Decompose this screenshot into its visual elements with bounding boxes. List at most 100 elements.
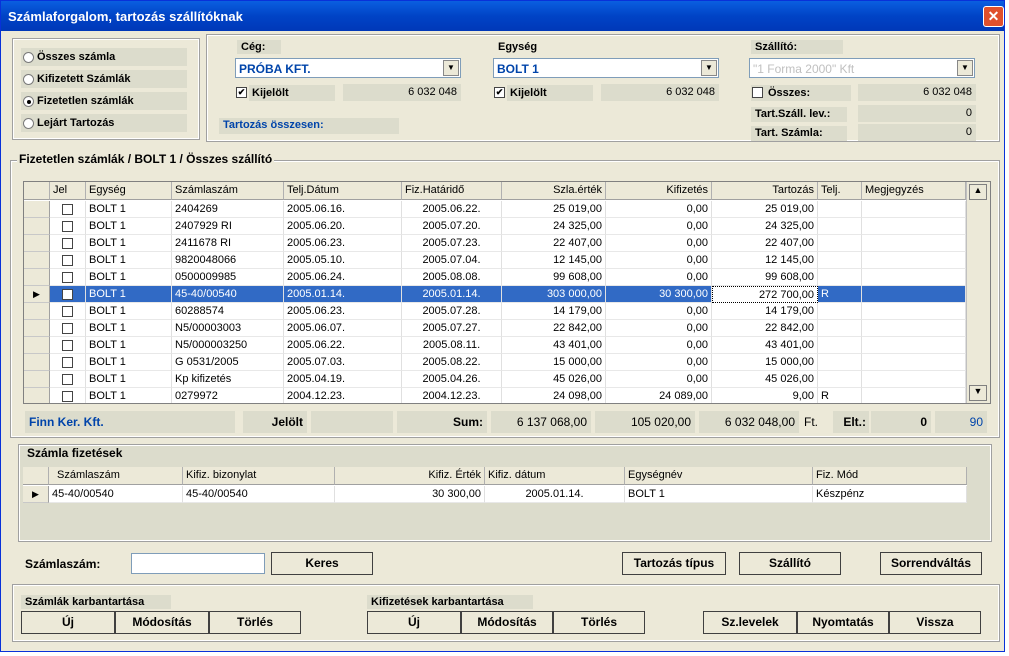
table-row[interactable]: BOLT 1 60288574 2005.06.23. 2005.07.28. 14 1… <box>24 303 966 320</box>
column-header[interactable]: Számlaszám <box>172 182 284 200</box>
checkbox-icon[interactable] <box>62 255 73 266</box>
vissza-button[interactable]: Vissza <box>889 611 981 634</box>
table-row[interactable]: BOLT 1 0279972 2004.12.23. 2004.12.23. 24 09… <box>24 388 966 403</box>
table-row[interactable]: BOLT 1 2404269 2005.06.16. 2005.06.22. 25 01… <box>24 201 966 218</box>
kifiz-modositas-button[interactable]: Módosítás <box>461 611 553 634</box>
kifiz-uj-button[interactable]: Új <box>367 611 461 634</box>
column-header[interactable]: Egységnév <box>625 467 813 485</box>
checkbox-icon[interactable] <box>62 357 73 368</box>
jel-cell[interactable] <box>50 320 86 337</box>
column-header[interactable]: Kifiz. Érték <box>335 467 485 485</box>
jel-cell[interactable] <box>50 235 86 252</box>
column-header[interactable]: Szla.érték <box>502 182 606 200</box>
scroll-down-icon[interactable]: ▼ <box>969 385 987 401</box>
sorrendvaltas-button[interactable]: Sorrendváltás <box>880 552 982 575</box>
table-row[interactable]: ▶ BOLT 1 45-40/00540 2005.01.14. 2005.01.14.… <box>24 286 966 303</box>
szamla-torles-button[interactable]: Törlés <box>209 611 301 634</box>
column-header[interactable]: Fiz. Mód <box>813 467 967 485</box>
search-button[interactable]: Keres <box>271 552 373 575</box>
filter-radio-2[interactable]: Fizetetlen számlák <box>21 92 187 110</box>
row-header[interactable] <box>24 269 50 286</box>
row-header[interactable] <box>24 235 50 252</box>
jel-cell[interactable] <box>50 218 86 235</box>
filter-radio-3[interactable]: Lejárt Tartozás <box>21 114 187 132</box>
payments-grid[interactable]: Számlaszám Kifiz. bizonylat Kifiz. Érték Ki… <box>23 467 967 503</box>
jel-cell[interactable] <box>50 201 86 218</box>
column-header[interactable]: Tartozás <box>712 182 818 200</box>
column-header[interactable]: Számlaszám <box>49 467 183 485</box>
table-row[interactable]: BOLT 1 2411678 RI 2005.06.23. 2005.07.23. 22… <box>24 235 966 252</box>
row-header[interactable] <box>24 252 50 269</box>
scroll-up-icon[interactable]: ▲ <box>969 184 987 200</box>
column-header[interactable]: Egység <box>86 182 172 200</box>
ceg-select[interactable]: PRÓBA KFT. ▼ <box>235 58 461 78</box>
dropdown-arrow-icon[interactable]: ▼ <box>701 60 717 76</box>
checkbox-icon[interactable] <box>62 323 73 334</box>
table-row[interactable]: BOLT 1 2407929 RI 2005.06.20. 2005.07.20. 24… <box>24 218 966 235</box>
egyseg-select[interactable]: BOLT 1 ▼ <box>493 58 719 78</box>
jel-cell[interactable] <box>50 269 86 286</box>
jel-cell[interactable] <box>50 388 86 403</box>
dropdown-arrow-icon[interactable]: ▼ <box>957 60 973 76</box>
column-header[interactable]: Kifizetés <box>606 182 712 200</box>
column-header[interactable]: Telj.Dátum <box>284 182 402 200</box>
row-header[interactable] <box>24 388 50 403</box>
jel-cell[interactable] <box>50 354 86 371</box>
szallito-button[interactable]: Szállító <box>739 552 841 575</box>
table-row[interactable]: ▶ 45-40/00540 45-40/00540 30 300,00 2005.01.… <box>23 486 967 503</box>
invoice-grid[interactable]: Jel Egység Számlaszám Telj.Dátum Fiz.Határid… <box>23 181 991 404</box>
column-header[interactable]: Telj. <box>818 182 862 200</box>
sz-levelek-button[interactable]: Sz.levelek <box>703 611 797 634</box>
table-row[interactable]: BOLT 1G 0531/2005 2005.07.03. 2005.08.22. 1… <box>24 354 966 371</box>
jel-cell[interactable] <box>50 371 86 388</box>
checkbox-icon[interactable] <box>62 306 73 317</box>
row-header[interactable] <box>24 201 50 218</box>
jel-cell[interactable] <box>50 286 86 303</box>
row-header[interactable] <box>24 303 50 320</box>
tartozas-tipus-button[interactable]: Tartozás típus <box>622 552 726 575</box>
szallito-select[interactable]: "1 Forma 2000" Kft ▼ <box>749 58 975 78</box>
column-header[interactable]: Kifiz. bizonylat <box>183 467 335 485</box>
dropdown-arrow-icon[interactable]: ▼ <box>443 60 459 76</box>
row-header[interactable]: ▶ <box>24 286 50 303</box>
checkbox-icon[interactable] <box>62 238 73 249</box>
ceg-kijelolt-checkbox-front[interactable]: ✔ Kijelölt <box>236 86 289 100</box>
checkbox-icon[interactable] <box>62 272 73 283</box>
jel-cell[interactable] <box>50 252 86 269</box>
row-header[interactable] <box>24 337 50 354</box>
szamla-uj-button[interactable]: Új <box>21 611 115 634</box>
table-row[interactable]: BOLT 1 0500009985 2005.06.24. 2005.08.08. 99… <box>24 269 966 286</box>
checkbox-icon[interactable] <box>62 289 73 300</box>
checkbox-icon[interactable] <box>62 391 73 402</box>
row-header[interactable] <box>24 218 50 235</box>
kifiz-torles-button[interactable]: Törlés <box>553 611 645 634</box>
checkbox-icon[interactable] <box>62 204 73 215</box>
checkbox-icon[interactable] <box>62 221 73 232</box>
search-input[interactable] <box>131 553 265 574</box>
row-header[interactable] <box>24 354 50 371</box>
checkbox-icon[interactable] <box>62 374 73 385</box>
column-header[interactable]: Megjegyzés <box>862 182 966 200</box>
jel-cell[interactable] <box>50 303 86 320</box>
nyomtatas-button[interactable]: Nyomtatás <box>797 611 889 634</box>
row-header[interactable] <box>24 371 50 388</box>
szamlak-karb-title: Számlák karbantartása <box>21 595 171 609</box>
table-row[interactable]: BOLT 1 Kp kifizetés 2005.04.19. 2005.04.26.… <box>24 371 966 388</box>
invoice-scrollbar[interactable]: ▲ ▼ <box>966 182 990 403</box>
table-row[interactable]: BOLT 1 N5/000003250 2005.06.22. 2005.08.11.… <box>24 337 966 354</box>
column-header[interactable]: Kifiz. dátum <box>485 467 625 485</box>
row-header[interactable]: ▶ <box>23 486 49 503</box>
egyseg-kijelolt-checkbox[interactable]: ✔ Kijelölt <box>494 86 547 100</box>
table-row[interactable]: BOLT 1 N5/00003003 2005.06.07. 2005.07.27. 2… <box>24 320 966 337</box>
osszes-checkbox[interactable]: Összes: <box>752 86 810 100</box>
column-header[interactable]: Fiz.Határidő <box>402 182 502 200</box>
jel-cell[interactable] <box>50 337 86 354</box>
close-button[interactable]: ✕ <box>983 6 1004 27</box>
checkbox-icon[interactable] <box>62 340 73 351</box>
filter-radio-0[interactable]: Összes számla <box>21 48 187 66</box>
szamla-modositas-button[interactable]: Módosítás <box>115 611 209 634</box>
row-header[interactable] <box>24 320 50 337</box>
table-row[interactable]: BOLT 1 9820048066 2005.05.10. 2005.07.04. 12… <box>24 252 966 269</box>
column-header[interactable]: Jel <box>50 182 86 200</box>
filter-radio-1[interactable]: Kifizetett Számlák <box>21 70 187 88</box>
